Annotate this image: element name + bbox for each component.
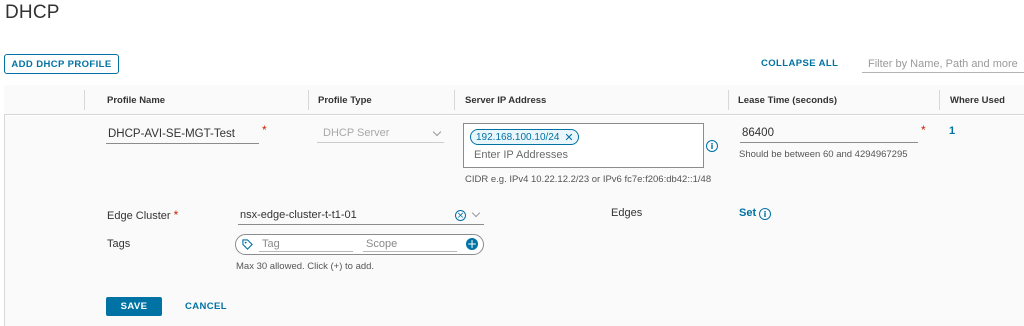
lease-time-field[interactable] [740,123,918,143]
server-ip-placeholder[interactable]: Enter IP Addresses [474,149,568,161]
required-marker: * [921,123,926,137]
clear-icon[interactable]: × [455,210,466,221]
tag-icon [242,239,253,250]
column-header-where-used[interactable]: Where Used [950,95,1005,106]
required-marker: * [262,123,267,137]
column-separator [939,90,940,110]
chevron-down-icon [432,127,442,137]
page-title: DHCP [5,2,60,23]
profile-type-value: DHCP Server [323,127,390,139]
scope-input[interactable] [363,237,457,252]
column-separator [454,90,455,110]
cancel-button[interactable]: CANCEL [185,301,227,312]
where-used-link[interactable]: 1 [949,125,955,137]
column-header-profile-type[interactable]: Profile Type [318,95,372,106]
lease-time-helper: Should be between 60 and 4294967295 [739,149,908,160]
tags-label: Tags [107,238,131,250]
edges-set-link[interactable]: Set [739,207,756,219]
info-icon[interactable]: i [759,208,771,220]
column-header-lease-time[interactable]: Lease Time (seconds) [738,95,837,106]
server-ip-helper: CIDR e.g. IPv4 10.22.12.2/23 or IPv6 fc7… [465,174,712,185]
column-header-profile-name[interactable]: Profile Name [107,95,165,106]
column-separator [84,90,85,110]
save-button[interactable]: SAVE [106,297,162,316]
profile-name-field[interactable] [106,124,259,144]
filter-input[interactable] [862,55,1024,73]
tag-input[interactable] [259,237,353,252]
edges-label: Edges [611,207,643,219]
column-separator [728,90,729,110]
column-separator [308,90,309,110]
plus-icon[interactable]: + [466,238,478,250]
info-icon[interactable]: i [706,140,718,152]
ip-chip: 192.168.100.10/24 ✕ [470,129,579,145]
collapse-all-button[interactable]: COLLAPSE ALL [761,58,838,69]
tags-helper: Max 30 allowed. Click (+) to add. [236,261,375,272]
ip-chip-label: 192.168.100.10/24 [476,132,560,143]
edge-cluster-label: Edge Cluster * [107,208,179,222]
remove-chip-icon[interactable]: ✕ [564,132,573,143]
edge-cluster-select[interactable] [238,205,484,225]
column-header-server-ip[interactable]: Server IP Address [465,95,546,106]
add-dhcp-profile-button[interactable]: ADD DHCP PROFILE [4,54,119,74]
profile-type-select: DHCP Server [317,123,444,143]
